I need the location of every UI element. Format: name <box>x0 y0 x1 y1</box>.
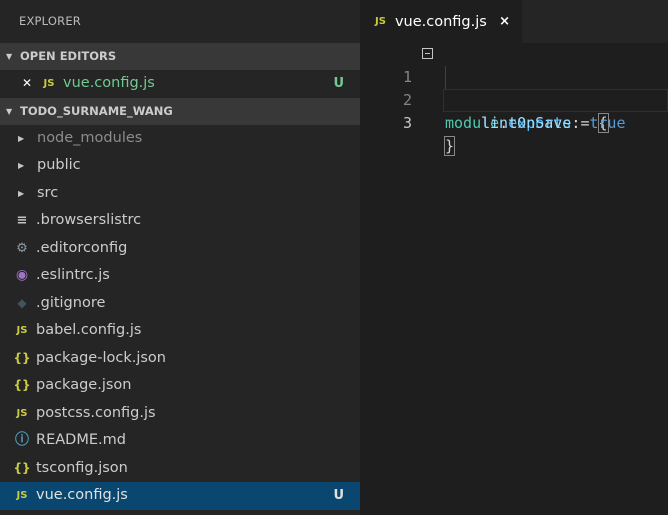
file-name: postcss.config.js <box>36 404 156 421</box>
code-editor[interactable]: 1 module.exports = { 2 lintOnSave: true … <box>360 43 668 515</box>
code-line: 3 } <box>360 89 668 156</box>
js-file-icon: JS <box>43 78 55 89</box>
info-icon: ⓘ <box>15 432 29 448</box>
code-text: lintOnSave: true <box>481 112 626 135</box>
tab-label: vue.config.js <box>394 13 487 30</box>
token-key: lintOnSave <box>481 114 572 132</box>
git-icon: ◆ <box>17 295 27 310</box>
file-name: .gitignore <box>36 294 106 311</box>
file-name: README.md <box>36 432 126 448</box>
chevron-right-icon: ▶ <box>18 161 25 170</box>
chevron-right-icon: ▶ <box>18 133 25 143</box>
chevron-down-icon: ▼ <box>6 52 13 61</box>
chevron-right-icon: ▶ <box>18 188 25 198</box>
folder-name: node_modules <box>37 129 143 146</box>
folder-name: public <box>37 157 81 173</box>
js-file-icon: JS <box>16 325 28 336</box>
file-browserslistrc[interactable]: ≡ .browserslistrc <box>0 207 360 235</box>
explorer-sidebar: EXPLORER ▼ OPEN EDITORS ✕ JS vue.config.… <box>0 0 360 515</box>
gear-icon: ⚙ <box>16 240 28 256</box>
folder-public[interactable]: ▶ public <box>0 152 360 180</box>
folder-name: src <box>37 184 59 201</box>
open-editors-label: OPEN EDITORS <box>20 49 117 63</box>
close-icon[interactable]: × <box>499 14 510 29</box>
code-line: 1 module.exports = { <box>360 43 668 133</box>
file-name: .editorconfig <box>36 239 128 256</box>
eslint-icon: ◉ <box>15 267 29 283</box>
folder-node-modules[interactable]: ▶ node_modules <box>0 125 360 153</box>
tab-vue-config[interactable]: JS vue.config.js × <box>360 0 522 43</box>
js-file-icon: JS <box>16 407 28 419</box>
project-header[interactable]: ▼ TODO_SURNAME_WANG <box>0 97 360 125</box>
open-editor-filename: vue.config.js <box>63 75 155 91</box>
file-editorconfig[interactable]: ⚙ .editorconfig <box>0 235 360 263</box>
file-tsconfig[interactable]: {} tsconfig.json <box>0 455 360 483</box>
token-close-brace: } <box>443 136 456 156</box>
chevron-down-icon: ▼ <box>6 106 13 116</box>
project-label: TODO_SURNAME_WANG <box>20 103 173 118</box>
file-package-json[interactable]: {} package.json <box>0 372 360 400</box>
json-file-icon: {} <box>13 460 31 475</box>
file-babel-config[interactable]: JS babel.config.js <box>0 317 360 345</box>
git-status-badge: U <box>333 488 344 503</box>
text-lines-icon: ≡ <box>16 213 28 228</box>
file-name: .browserslistrc <box>36 212 142 228</box>
file-readme[interactable]: ⓘ README.md <box>0 427 360 455</box>
file-name: package-lock.json <box>36 349 166 366</box>
open-editors-header[interactable]: ▼ OPEN EDITORS <box>0 43 360 70</box>
js-file-icon: JS <box>375 16 386 27</box>
file-name: babel.config.js <box>36 322 142 338</box>
token-value: true <box>589 114 626 132</box>
js-file-icon: JS <box>16 490 28 501</box>
file-package-lock[interactable]: {} package-lock.json <box>0 345 360 373</box>
folder-src[interactable]: ▶ src <box>0 180 360 208</box>
close-icon[interactable]: ✕ <box>22 70 40 98</box>
editor-tab-bar: JS vue.config.js × <box>360 0 668 43</box>
code-text: } <box>443 135 456 158</box>
token-colon: : <box>571 114 590 132</box>
file-eslintrc[interactable]: ◉ .eslintrc.js <box>0 262 360 290</box>
file-name: .eslintrc.js <box>36 267 110 283</box>
line-number: 3 <box>402 114 412 132</box>
file-name: tsconfig.json <box>36 459 128 476</box>
git-status-badge: U <box>333 76 344 91</box>
fold-collapse-icon[interactable] <box>422 48 433 59</box>
file-name: package.json <box>36 377 132 393</box>
file-postcss-config[interactable]: JS postcss.config.js <box>0 400 360 428</box>
code-line: 2 lintOnSave: true <box>360 66 668 132</box>
file-vue-config[interactable]: JS vue.config.js U <box>0 482 360 510</box>
open-editor-item[interactable]: ✕ JS vue.config.js U <box>0 70 360 98</box>
file-gitignore[interactable]: ◆ .gitignore <box>0 290 360 318</box>
json-file-icon: {} <box>13 350 31 365</box>
file-name: vue.config.js <box>36 487 128 503</box>
explorer-title: EXPLORER <box>19 14 81 28</box>
json-file-icon: {} <box>13 378 31 392</box>
